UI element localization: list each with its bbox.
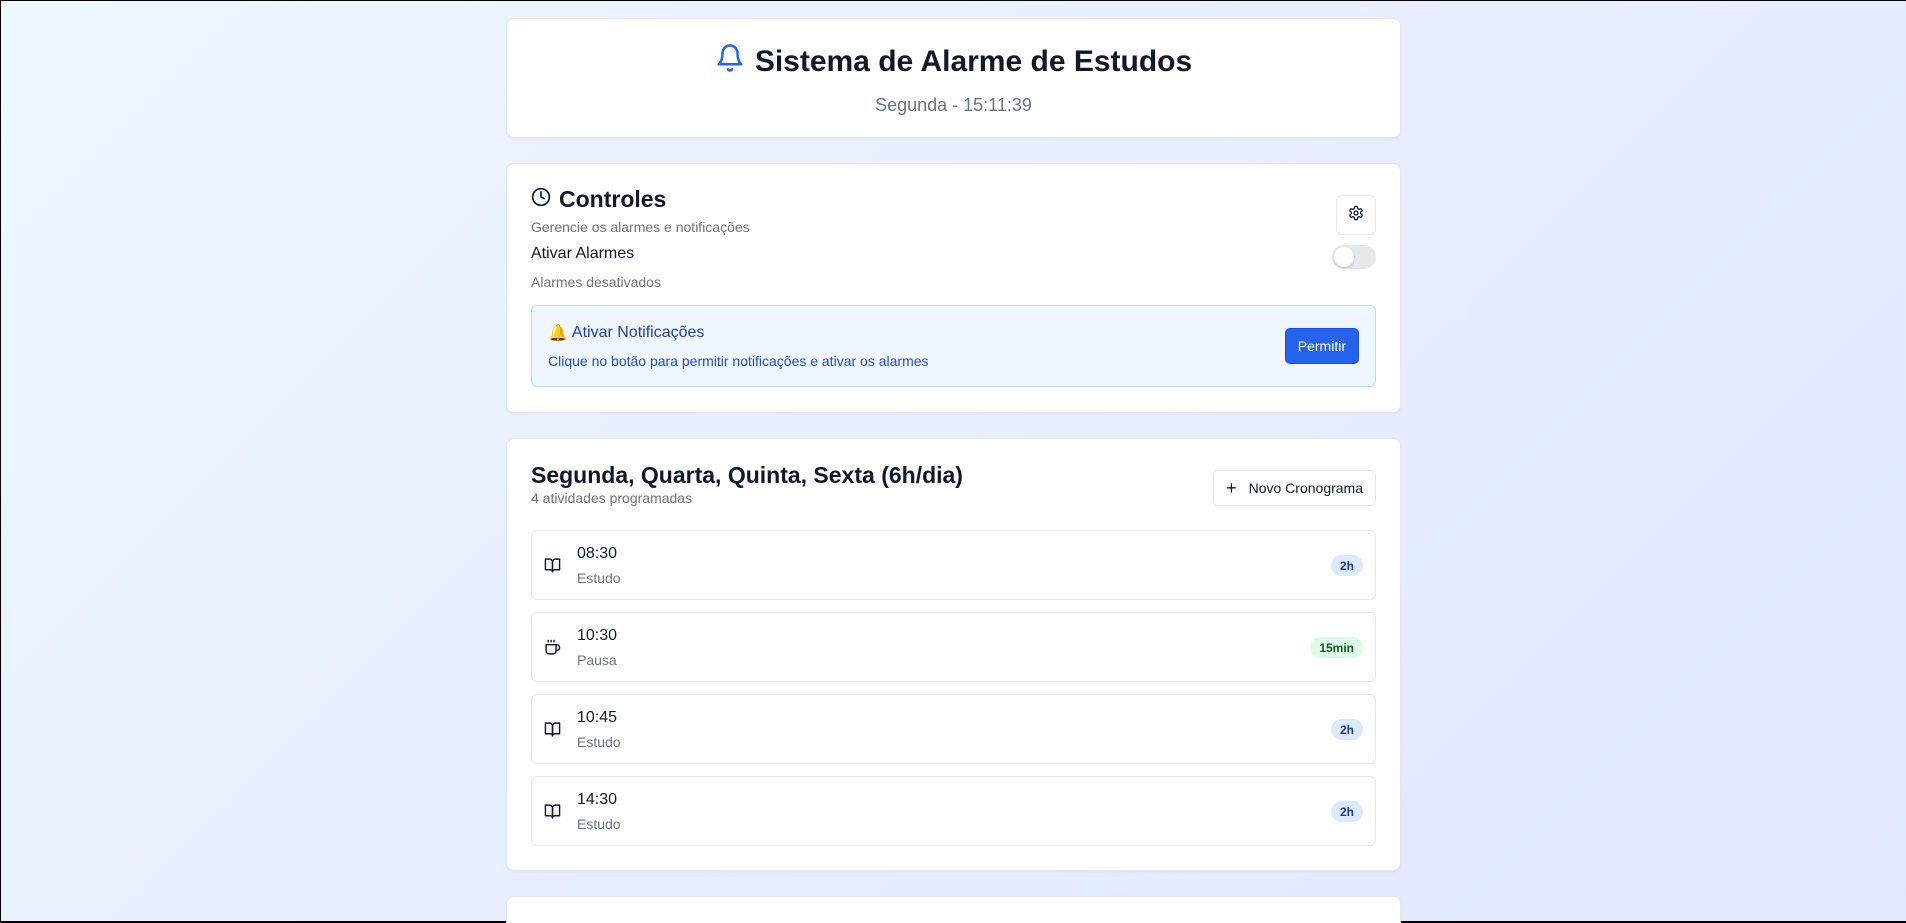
alarm-toggle-switch[interactable]	[1332, 245, 1376, 269]
alarm-toggle-row: Ativar Alarmes Alarmes desativados	[531, 245, 1376, 290]
activity-time: 10:30	[577, 626, 618, 644]
notification-description: Clique no botão para permitir notificaçõ…	[548, 353, 929, 369]
activity-type: Pausa	[577, 651, 617, 668]
header-card: Sistema de Alarme de Estudos Segunda - 1…	[506, 18, 1401, 138]
clock-icon	[531, 186, 551, 213]
alarm-toggle-label: Ativar Alarmes	[531, 245, 635, 262]
controls-description: Gerencie os alarmes e notificações	[531, 219, 750, 235]
bell-emoji-icon: 🔔	[548, 325, 568, 342]
page-title-text: Sistema de Alarme de Estudos	[754, 45, 1193, 78]
duration-badge: 2h	[1330, 555, 1363, 576]
list-item[interactable]: 10:30 Pausa 15min	[531, 612, 1376, 682]
activity-text: 08:30 Estudo	[577, 545, 621, 586]
activity-type: Estudo	[577, 815, 621, 832]
list-item[interactable]: 08:30 Estudo 2h	[531, 530, 1376, 600]
list-item[interactable]: 14:30 Estudo 2h	[531, 776, 1376, 846]
activity-time: 08:30	[577, 544, 618, 562]
app-container: Sistema de Alarme de Estudos Segunda - 1…	[506, 18, 1401, 923]
controls-heading: Controles	[531, 186, 1376, 213]
toggle-knob	[1334, 247, 1354, 267]
duration-badge: 2h	[1330, 719, 1363, 740]
alarm-status-text: Alarmes desativados	[531, 274, 661, 290]
next-card-partial	[506, 896, 1401, 923]
notification-title: 🔔 Ativar Notificações	[548, 323, 1359, 343]
duration-badge: 15min	[1310, 637, 1363, 658]
book-open-icon	[544, 721, 561, 737]
notification-prompt: 🔔 Ativar Notificações Clique no botão pa…	[531, 305, 1376, 387]
schedule-card: Segunda, Quarta, Quinta, Sexta (6h/dia) …	[506, 438, 1401, 871]
activity-time: 10:45	[577, 708, 618, 726]
book-open-icon	[544, 557, 561, 573]
notification-title-text: Ativar Notificações	[571, 324, 705, 341]
current-day-time: Segunda - 15:11:39	[875, 95, 1032, 115]
permit-notifications-button[interactable]: Permitir	[1284, 328, 1359, 364]
activity-type: Estudo	[577, 733, 621, 750]
bell-icon	[715, 43, 745, 81]
activity-text: 10:45 Estudo	[577, 709, 621, 750]
settings-button[interactable]	[1336, 195, 1376, 235]
page-title: Sistema de Alarme de Estudos	[507, 43, 1400, 81]
activity-time: 14:30	[577, 790, 618, 808]
activity-list: 08:30 Estudo 2h 10:30 Pausa 15min 10:45 …	[531, 530, 1376, 846]
activity-type: Estudo	[577, 569, 621, 586]
controls-card: Controles Gerencie os alarmes e notifica…	[506, 163, 1401, 413]
coffee-icon	[545, 639, 561, 655]
duration-badge: 2h	[1330, 801, 1363, 822]
activity-text: 14:30 Estudo	[577, 791, 621, 832]
book-open-icon	[544, 803, 561, 819]
activity-text: 10:30 Pausa	[577, 627, 617, 668]
list-item[interactable]: 10:45 Estudo 2h	[531, 694, 1376, 764]
new-schedule-label: Novo Cronograma	[1248, 480, 1363, 496]
plus-icon: +	[1226, 478, 1237, 498]
gear-icon	[1348, 205, 1364, 226]
new-schedule-button[interactable]: + Novo Cronograma	[1213, 470, 1376, 506]
controls-title: Controles	[559, 186, 667, 212]
